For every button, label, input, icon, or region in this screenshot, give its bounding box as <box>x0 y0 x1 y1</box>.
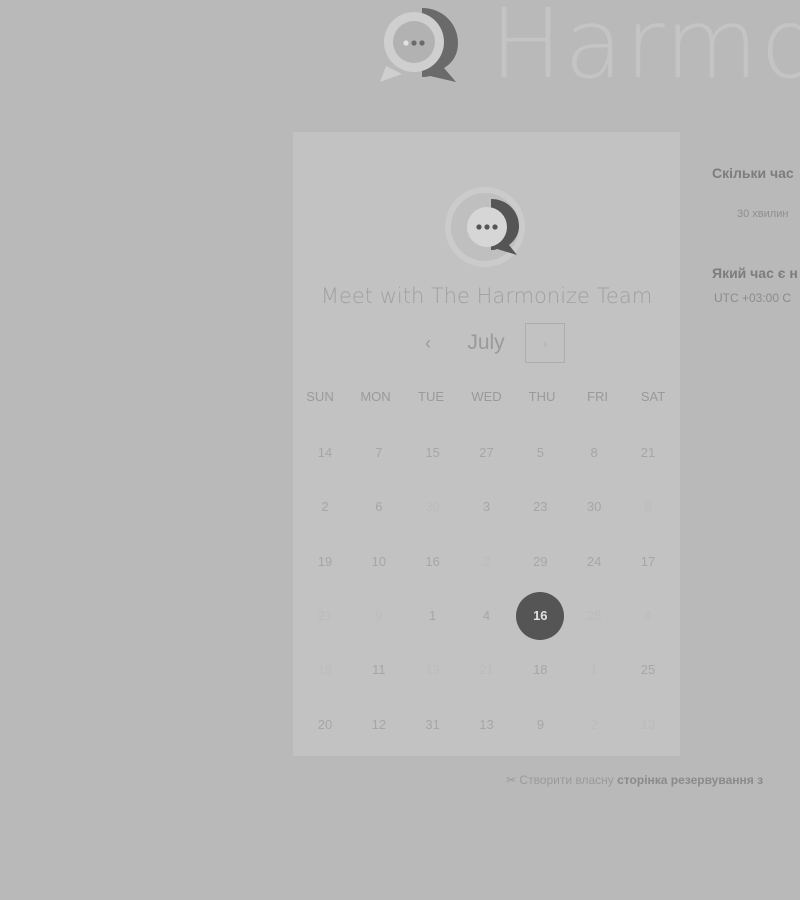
calendar-day-selected[interactable]: 16 <box>516 592 565 641</box>
calendar-day[interactable]: 14 <box>301 429 349 477</box>
booking-card: Meet with The Harmonize Team ‹ July › SU… <box>293 132 680 756</box>
previous-month-button[interactable]: ‹ <box>413 323 443 363</box>
calendar-day[interactable]: 20 <box>301 701 349 749</box>
calendar-week-row: 2 6 30 3 23 30 8 <box>301 480 672 534</box>
calendar-day[interactable]: 30 <box>570 483 618 531</box>
calendar-day[interactable]: 10 <box>355 538 403 586</box>
calendar-week-row: 20 12 31 13 9 2 13 <box>301 697 672 751</box>
calendar-day[interactable]: 27 <box>462 429 510 477</box>
calendar-day: 21 <box>317 608 333 624</box>
calendar-day[interactable]: 2 <box>301 483 349 531</box>
time-question: Який час є н <box>712 265 798 281</box>
calendar-day[interactable]: 7 <box>355 429 403 477</box>
calendar-day[interactable]: 3 <box>462 483 510 531</box>
weekday-thu: THU <box>528 389 556 404</box>
calendar-day: 1 <box>590 662 598 678</box>
footer-promo: ✂ Створити власну сторінка резервування … <box>506 773 800 787</box>
calendar-week-row: 19 10 16 2 29 24 17 <box>301 535 672 589</box>
calendar-grid: 14 7 15 27 5 8 21 2 6 30 3 23 30 8 19 10 16 2 29 24 17 21 9 1 4 1… <box>293 426 680 752</box>
duration-option-30[interactable]: 30 хвилин <box>737 208 788 220</box>
chat-bubble-logo-icon <box>380 8 458 82</box>
calendar-day[interactable]: 25 <box>624 646 672 694</box>
calendar-day: 30 <box>425 499 440 515</box>
meeting-title: Meet with The Harmonize Team <box>320 284 653 308</box>
weekday-header: SUN MON TUE WED THU FRI SAT <box>293 389 680 404</box>
calendar-day[interactable]: 6 <box>355 483 403 531</box>
calendar-day: 4 <box>644 608 652 624</box>
calendar-day[interactable]: 17 <box>624 538 672 586</box>
calendar-day[interactable]: 21 <box>624 429 672 477</box>
next-month-button[interactable]: › <box>525 323 565 363</box>
weekday-fri: FRI <box>587 389 608 404</box>
weekday-tue: TUE <box>418 389 444 404</box>
chat-bubble-logo-icon <box>445 187 525 267</box>
calendar-day: 28 <box>586 608 602 624</box>
calendar-day: 19 <box>317 662 333 678</box>
timezone-selector[interactable]: UTC +03:00 С <box>714 291 791 305</box>
calendar-day[interactable]: 8 <box>570 429 618 477</box>
calendar-day[interactable]: 18 <box>516 646 564 694</box>
month-navigation: ‹ July › <box>293 323 680 365</box>
calendar-day: 13 <box>425 662 440 678</box>
calendar-day[interactable]: 5 <box>516 429 564 477</box>
calendar-week-row: 19 11 13 21 18 1 25 <box>301 643 672 697</box>
calendar-day[interactable]: 4 <box>462 592 510 640</box>
month-label: July <box>467 331 505 354</box>
duration-question: Скільки час <box>712 165 794 181</box>
calendar-day[interactable]: 29 <box>516 538 564 586</box>
create-booking-page-link[interactable]: сторінка резервування з <box>617 773 763 787</box>
calendar-day: 2 <box>482 553 491 569</box>
calendar-day: 2 <box>590 716 598 732</box>
calendar-day[interactable]: 12 <box>355 701 403 749</box>
weekday-sat: SAT <box>640 389 666 404</box>
weekday-wed: WED <box>471 389 502 404</box>
calendar-day: 13 <box>640 716 656 732</box>
calendar-week-row: 14 7 15 27 5 8 21 <box>301 426 672 480</box>
calendar-day[interactable]: 19 <box>301 538 349 586</box>
calendar-day[interactable]: 23 <box>516 483 564 531</box>
calendar-day: 9 <box>375 608 383 624</box>
scissors-icon: ✂ <box>506 773 517 787</box>
calendar-day[interactable]: 11 <box>355 646 403 694</box>
calendar-day[interactable]: 31 <box>409 701 457 749</box>
calendar-day[interactable]: 16 <box>409 538 457 586</box>
calendar-day[interactable]: 24 <box>570 538 618 586</box>
footer-prefix: Створити власну <box>519 773 618 787</box>
weekday-mon: MON <box>360 389 391 404</box>
weekday-sun: SUN <box>306 389 334 404</box>
calendar-day: 8 <box>644 499 652 515</box>
calendar-day[interactable]: 13 <box>462 701 510 749</box>
details-panel: Скільки час 30 хвилин Який час є н UTC +… <box>712 0 800 900</box>
calendar-day[interactable]: 15 <box>409 429 457 477</box>
calendar-day[interactable]: 9 <box>516 701 564 749</box>
calendar-week-row: 21 9 1 4 16 28 4 <box>301 589 672 643</box>
calendar-day: 21 <box>479 662 494 678</box>
calendar-day[interactable]: 1 <box>409 592 457 640</box>
